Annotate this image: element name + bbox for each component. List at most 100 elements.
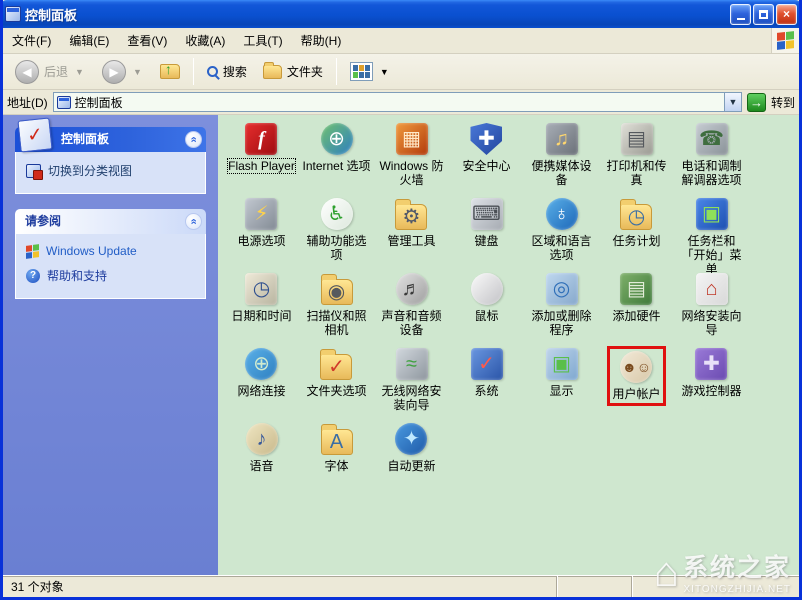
taskbar-and-start-menu-item[interactable]: ▣任务栏和「开始」菜单 [674, 196, 749, 271]
wireless-network-setup-wizard-icon: ≈ [396, 348, 428, 380]
windows-firewall-item[interactable]: ▦ Windows 防火墙 [374, 121, 449, 196]
regional-and-language-options-icon: ♁ [546, 198, 578, 230]
keyboard-icon: ⌨ [471, 198, 503, 230]
address-dropdown-button[interactable]: ▼ [724, 93, 741, 111]
icon-list-view: fFlash Player⊕Internet 选项 ▦ Windows 防火墙✚安全… [218, 115, 799, 575]
phone-and-modem-options-item[interactable]: ☎电话和调制解调器选项 [674, 121, 749, 196]
folders-button[interactable]: 文件夹 [257, 60, 329, 83]
address-input[interactable]: 控制面板 ▼ [53, 92, 742, 112]
icon-glyph: ♁ [554, 204, 569, 224]
windows-update-link[interactable]: Windows Update [26, 244, 197, 258]
item-label: 任务栏和「开始」菜单 [676, 234, 747, 276]
item-label: 管理工具 [387, 234, 435, 248]
item-label: 网络安装向导 [676, 309, 747, 337]
windows-firewall-icon: ▦ [396, 123, 428, 155]
power-options-icon: ⚡ [245, 198, 277, 230]
see-also-panel-header[interactable]: 请参阅 « [15, 209, 206, 234]
administrative-tools-item[interactable]: ⚙管理工具 [374, 196, 449, 271]
accessibility-options-icon: ♿ [321, 198, 353, 230]
portable-media-devices-item[interactable]: ♫便携媒体设备 [524, 121, 599, 196]
icon-glyph: ◷ [628, 207, 645, 227]
automatic-updates-item[interactable]: ✦自动更新 [374, 421, 449, 496]
item-label: 显示 [549, 384, 573, 398]
see-also-panel: 请参阅 « Windows Update ? 帮助和支持 [15, 209, 206, 299]
printers-and-faxes-item[interactable]: ▤打印机和传真 [599, 121, 674, 196]
forward-button[interactable]: ▶ ▼ [96, 57, 150, 87]
flash-player-item[interactable]: fFlash Player [224, 121, 299, 196]
sounds-and-audio-devices-item[interactable]: ♬声音和音频设备 [374, 271, 449, 346]
windows-update-icon [26, 244, 39, 259]
menu-help[interactable]: 帮助(H) [292, 28, 351, 53]
automatic-updates-icon: ✦ [395, 423, 427, 455]
icon-glyph: ≈ [406, 354, 417, 374]
add-hardware-item[interactable]: ▤添加硬件 [599, 271, 674, 346]
status-bar: 31 个对象 [3, 575, 799, 597]
display-icon: ▣ [546, 348, 578, 380]
system-item[interactable]: ✓系统 [449, 346, 524, 421]
side-item-label: 帮助和支持 [47, 267, 107, 284]
network-connections-item[interactable]: ⊕网络连接 [224, 346, 299, 421]
fonts-icon: A [321, 429, 353, 455]
display-item[interactable]: ▣ 显示 [524, 346, 599, 421]
views-button[interactable]: ▼ [344, 59, 397, 84]
menu-file[interactable]: 文件(F) [3, 28, 60, 53]
go-button[interactable]: → [747, 93, 766, 112]
control-panel-panel-header[interactable]: ✓ 控制面板 « [15, 127, 206, 152]
title-bar[interactable]: 控制面板 × [0, 0, 802, 28]
date-and-time-icon: ◷ [245, 273, 277, 305]
game-controllers-item[interactable]: ✚游戏控制器 [674, 346, 749, 421]
network-setup-wizard-item[interactable]: ⌂ 网络安装向导 [674, 271, 749, 346]
folder-options-item[interactable]: ✓文件夹选项 [299, 346, 374, 421]
mouse-item[interactable]: 鼠标 [449, 271, 524, 346]
menu-edit[interactable]: 编辑(E) [60, 28, 118, 53]
back-dropdown-icon: ▼ [75, 67, 84, 77]
speech-item[interactable]: ♪语音 [224, 421, 299, 496]
internet-options-item[interactable]: ⊕Internet 选项 [299, 121, 374, 196]
task-pane: ✓ 控制面板 « 切换到分类视图 请参阅 « [3, 115, 218, 575]
item-label: 日期和时间 [231, 309, 291, 323]
scanners-and-cameras-item[interactable]: ◉扫描仪和照相机 [299, 271, 374, 346]
network-setup-wizard-icon: ⌂ [696, 273, 728, 305]
maximize-icon [759, 10, 768, 19]
power-options-item[interactable]: ⚡电源选项 [224, 196, 299, 271]
scheduled-tasks-item[interactable]: ◷任务计划 [599, 196, 674, 271]
maximize-button[interactable] [753, 4, 774, 25]
collapse-panel-button[interactable]: « [185, 213, 202, 230]
collapse-panel-button[interactable]: « [185, 131, 202, 148]
icon-glyph: ♬ [402, 279, 422, 299]
accessibility-options-item[interactable]: ♿ 辅助功能选项 [299, 196, 374, 271]
date-and-time-item[interactable]: ◷ 日期和时间 [224, 271, 299, 346]
item-label: Windows 防火墙 [376, 159, 447, 187]
switch-view-icon [26, 164, 41, 178]
close-icon: × [783, 7, 790, 21]
menu-tools[interactable]: 工具(T) [234, 28, 291, 53]
icon-glyph: ♿ [328, 204, 346, 224]
search-button[interactable]: 搜索 [201, 60, 253, 83]
toolbar: ◀ 后退 ▼ ▶ ▼ 搜索 文件夹 ▼ [3, 54, 799, 90]
icon-glyph: ▣ [702, 204, 721, 224]
help-and-support-link[interactable]: ? 帮助和支持 [26, 267, 197, 284]
menu-view[interactable]: 查看(V) [118, 28, 176, 53]
add-or-remove-programs-icon: ◎ [546, 273, 578, 305]
minimize-icon [737, 8, 745, 20]
item-label: 电话和调制解调器选项 [676, 159, 747, 187]
switch-to-category-view-link[interactable]: 切换到分类视图 [26, 162, 197, 179]
item-label: 辅助功能选项 [301, 234, 372, 262]
mouse-icon [471, 273, 503, 305]
regional-and-language-options-item[interactable]: ♁ 区域和语言选项 [524, 196, 599, 271]
back-button[interactable]: ◀ 后退 ▼ [9, 57, 92, 87]
security-center-item[interactable]: ✚安全中心 [449, 121, 524, 196]
menu-favorites[interactable]: 收藏(A) [176, 28, 234, 53]
item-label: 区域和语言选项 [526, 234, 597, 262]
close-button[interactable]: × [776, 4, 797, 25]
wireless-network-setup-wizard-item[interactable]: ≈无线网络安装向导 [374, 346, 449, 421]
icon-glyph: ♪ [257, 429, 267, 449]
user-accounts-item[interactable]: ☻☺用户帐户 [599, 346, 674, 421]
keyboard-item[interactable]: ⌨键盘 [449, 196, 524, 271]
fonts-item[interactable]: A字体 [299, 421, 374, 496]
taskbar-and-start-menu-icon: ▣ [696, 198, 728, 230]
add-hardware-icon: ▤ [620, 273, 652, 305]
up-button[interactable] [154, 61, 186, 82]
add-or-remove-programs-item[interactable]: ◎添加或删除程序 [524, 271, 599, 346]
minimize-button[interactable] [730, 4, 751, 25]
